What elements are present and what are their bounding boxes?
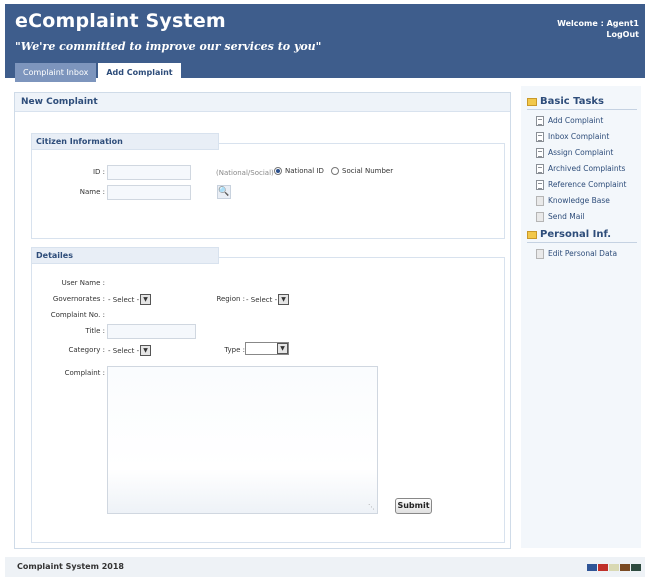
governorates-value: - Select - (108, 295, 140, 304)
radio-national-label: National ID (285, 167, 324, 175)
sidebar-item-edit-personal-data[interactable]: Edit Personal Data (536, 247, 617, 260)
logout-link[interactable]: LogOut (557, 29, 639, 40)
page-icon (536, 195, 544, 206)
new-complaint-panel: New Complaint Citizen Information ID : (… (14, 92, 511, 549)
color-swatch (631, 564, 641, 571)
id-label: ID : (92, 168, 105, 176)
sidebar-item-label: Archived Complaints (548, 164, 626, 173)
title-label: Title : (85, 327, 105, 335)
color-swatch (587, 564, 597, 571)
document-icon (536, 115, 544, 126)
app-title: eComplaint System (15, 10, 226, 32)
footer-text: Complaint System 2018 (17, 562, 124, 571)
radio-social-label: Social Number (342, 167, 394, 175)
details-legend: Detailes (31, 247, 219, 264)
welcome-text: Welcome : Agent1 (557, 19, 639, 28)
id-type-hint: (National/Social) (216, 169, 274, 177)
sidebar-item-knowledge-base[interactable]: Knowledge Base (536, 194, 610, 207)
user-name-label: User Name : (61, 279, 105, 287)
id-input[interactable] (107, 165, 191, 180)
chevron-down-icon: ▼ (140, 294, 152, 305)
type-select[interactable]: ▼ (245, 342, 289, 355)
title-input[interactable] (107, 324, 196, 339)
sidebar-item-label: Reference Complaint (548, 180, 627, 189)
sidebar-item-inbox-complaint[interactable]: Inbox Complaint (536, 130, 609, 143)
sidebar-item-label: Send Mail (548, 212, 585, 221)
region-select[interactable]: - Select - ▼ (246, 293, 290, 306)
document-icon (536, 131, 544, 142)
basic-tasks-title: Basic Tasks (540, 96, 604, 107)
main-tabs: Complaint Inbox Add Complaint (15, 63, 181, 82)
radio-social-number[interactable]: Social Number (331, 167, 393, 175)
tab-complaint-inbox[interactable]: Complaint Inbox (15, 63, 97, 82)
name-input[interactable] (107, 185, 191, 200)
search-icon: 🔍 (218, 187, 230, 197)
governorates-label: Governorates : (52, 295, 105, 303)
task-sidebar: Basic Tasks Add Complaint Inbox Complain… (521, 86, 641, 548)
sidebar-item-archived-complaints[interactable]: Archived Complaints (536, 162, 625, 175)
radio-off-icon (331, 167, 339, 175)
category-select[interactable]: - Select - ▼ (108, 344, 152, 357)
region-label: Region : (216, 295, 245, 303)
sidebar-item-label: Edit Personal Data (548, 249, 618, 258)
category-value: - Select - (108, 346, 140, 355)
chevron-down-icon: ▼ (278, 294, 290, 305)
name-label: Name : (79, 188, 105, 196)
sidebar-item-reference-complaint[interactable]: Reference Complaint (536, 178, 627, 191)
document-icon (536, 163, 544, 174)
app-header: eComplaint System "We're committed to im… (5, 4, 645, 82)
document-icon (536, 179, 544, 190)
page-icon (536, 248, 544, 259)
resize-grip-icon[interactable]: ⋱ (368, 503, 375, 511)
sidebar-item-label: Inbox Complaint (548, 132, 610, 141)
color-swatches (587, 564, 641, 571)
sidebar-item-label: Assign Complaint (548, 148, 614, 157)
chevron-down-icon: ▼ (140, 345, 152, 356)
color-swatch (598, 564, 608, 571)
category-label: Category : (68, 346, 105, 354)
governorates-select[interactable]: - Select - ▼ (108, 293, 152, 306)
complaint-label: Complaint : (64, 369, 105, 377)
complaint-textarea[interactable]: ⋱ (107, 366, 378, 514)
document-icon (536, 147, 544, 158)
basic-tasks-heading: Basic Tasks (527, 94, 637, 110)
page-footer: Complaint System 2018 (5, 557, 645, 577)
sidebar-item-send-mail[interactable]: Send Mail (536, 210, 585, 223)
personal-title: Personal Inf. (540, 229, 612, 240)
personal-heading: Personal Inf. (527, 227, 637, 243)
sidebar-item-add-complaint[interactable]: Add Complaint (536, 114, 603, 127)
citizen-info-legend: Citizen Information (31, 133, 219, 150)
complaint-no-label: Complaint No. : (50, 311, 105, 319)
search-citizen-button[interactable]: 🔍 (217, 185, 231, 199)
sidebar-item-label: Add Complaint (548, 116, 604, 125)
folder-icon (527, 97, 537, 106)
sidebar-item-label: Knowledge Base (548, 196, 610, 205)
radio-national-id[interactable]: National ID (274, 167, 324, 175)
type-label: Type : (224, 346, 245, 354)
radio-on-icon (274, 167, 282, 175)
region-value: - Select - (246, 295, 278, 304)
submit-button[interactable]: Submit (395, 498, 432, 514)
sidebar-item-assign-complaint[interactable]: Assign Complaint (536, 146, 613, 159)
page-icon (536, 211, 544, 222)
tab-add-complaint[interactable]: Add Complaint (98, 63, 181, 82)
color-swatch (620, 564, 630, 571)
folder-icon (527, 230, 537, 239)
panel-title: New Complaint (15, 93, 510, 112)
app-slogan: "We're committed to improve our services… (15, 40, 322, 53)
user-welcome: Welcome : Agent1 LogOut (557, 18, 639, 40)
chevron-down-icon: ▼ (277, 343, 288, 354)
color-swatch (609, 564, 619, 571)
